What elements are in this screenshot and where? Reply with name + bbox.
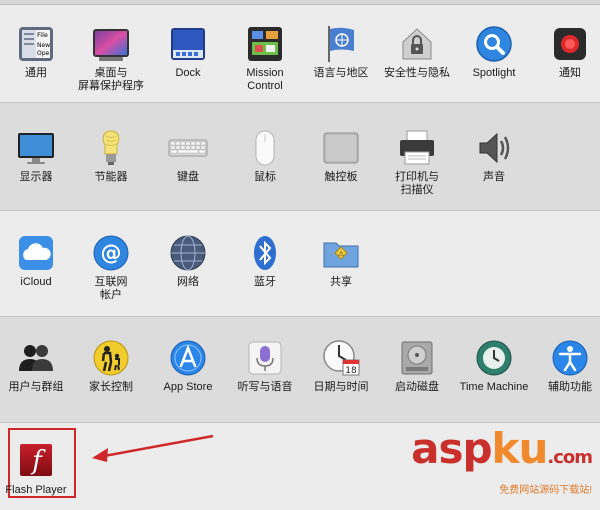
pref-internet-accounts[interactable]: @ 互联网 帐户 <box>73 233 149 302</box>
accessibility-icon <box>550 338 590 378</box>
pref-label: Flash Player <box>5 484 67 496</box>
keyboard-icon <box>168 128 208 168</box>
pref-sharing[interactable]: ⚠ 共享 <box>303 233 379 289</box>
pref-label: 网络 <box>177 276 199 288</box>
pref-trackpad[interactable]: 触控板 <box>303 128 379 184</box>
pref-displays[interactable]: 显示器 <box>0 128 74 184</box>
spotlight-icon <box>474 24 514 64</box>
flash-player-icon: f <box>16 441 56 481</box>
general-open-text: Ope <box>37 50 50 57</box>
pref-label: 显示器 <box>19 171 53 183</box>
mission-control-icon <box>245 24 285 64</box>
pref-bluetooth[interactable]: 蓝牙 <box>227 233 303 289</box>
general-file-text: File <box>37 31 48 39</box>
watermark-text-c: .com <box>547 447 593 468</box>
pref-desktop-screensaver[interactable]: 桌面与 屏幕保护程序 <box>73 24 149 93</box>
calendar-day-text: 18 <box>345 366 357 376</box>
pref-label: Dock <box>175 67 201 79</box>
startup-disk-icon <box>397 338 437 378</box>
pref-label: 打印机与 扫描仪 <box>395 171 439 196</box>
pref-general[interactable]: File New Ope 通用 <box>0 24 74 80</box>
pref-label: 共享 <box>330 276 352 288</box>
parental-controls-icon <box>91 338 131 378</box>
dictation-speech-icon <box>245 338 285 378</box>
pref-app-store[interactable]: App Store <box>150 338 226 394</box>
pref-label: 节能器 <box>94 171 128 183</box>
svg-text:⚠: ⚠ <box>338 250 345 258</box>
pref-label: iCloud <box>20 276 52 288</box>
security-privacy-icon <box>397 24 437 64</box>
pref-sound[interactable]: 声音 <box>456 128 532 184</box>
bluetooth-icon <box>245 233 285 273</box>
pref-label: 通用 <box>25 67 47 79</box>
watermark: aspku.com 免费网站源码下载站! <box>411 428 593 497</box>
watermark-text-b: ku <box>491 424 549 473</box>
trackpad-icon <box>321 128 361 168</box>
pref-label: Spotlight <box>472 67 516 79</box>
pref-label: 听写与语音 <box>237 381 293 393</box>
pref-date-time[interactable]: 18 日期与时间 <box>303 338 379 394</box>
pref-security-privacy[interactable]: 安全性与隐私 <box>379 24 455 80</box>
pref-network[interactable]: 网络 <box>150 233 226 289</box>
svg-text:@: @ <box>101 241 122 265</box>
pref-spotlight[interactable]: Spotlight <box>456 24 532 80</box>
pref-label: 启动磁盘 <box>395 381 439 393</box>
pref-notifications[interactable]: 通知 <box>532 24 600 80</box>
pref-flash-player[interactable]: f Flash Player <box>0 441 74 497</box>
pref-label: 键盘 <box>177 171 199 183</box>
pref-printers-scanners[interactable]: 打印机与 扫描仪 <box>379 128 455 197</box>
pref-label: 桌面与 屏幕保护程序 <box>78 67 144 92</box>
pref-label: 触控板 <box>324 171 358 183</box>
pref-label: 安全性与隐私 <box>384 67 450 79</box>
pref-label: 语言与地区 <box>313 67 369 79</box>
pref-label: App Store <box>163 381 213 393</box>
pref-label: 通知 <box>559 67 581 79</box>
pref-users-groups[interactable]: 用户与群组 <box>0 338 74 394</box>
pref-label: 鼠标 <box>254 171 276 183</box>
general-new-text: New <box>37 42 50 49</box>
printers-scanners-icon <box>397 128 437 168</box>
pref-label: 辅助功能 <box>548 381 592 393</box>
pref-mouse[interactable]: 鼠标 <box>227 128 303 184</box>
pref-label: 用户与群组 <box>8 381 64 393</box>
pref-label: 互联网 帐户 <box>94 276 128 301</box>
watermark-text-a: asp <box>411 424 492 473</box>
sharing-icon: ⚠ <box>321 233 361 273</box>
pref-label: 蓝牙 <box>254 276 276 288</box>
pref-label: Mission Control <box>246 67 284 92</box>
network-icon <box>168 233 208 273</box>
pref-label: 日期与时间 <box>313 381 369 393</box>
sound-icon <box>474 128 514 168</box>
pref-time-machine[interactable]: Time Machine <box>456 338 532 394</box>
notifications-icon <box>550 24 590 64</box>
internet-accounts-icon: @ <box>91 233 131 273</box>
pref-icloud[interactable]: iCloud <box>0 233 74 289</box>
pointer-arrow <box>92 434 214 462</box>
pref-mission-control[interactable]: Mission Control <box>227 24 303 93</box>
pref-label: 声音 <box>483 171 505 183</box>
time-machine-icon <box>474 338 514 378</box>
pref-keyboard[interactable]: 键盘 <box>150 128 226 184</box>
date-time-icon: 18 <box>321 338 361 378</box>
pref-language-region[interactable]: 语言与地区 <box>303 24 379 80</box>
language-region-icon <box>321 24 361 64</box>
pref-accessibility[interactable]: 辅助功能 <box>532 338 600 394</box>
watermark-subtitle: 免费网站源码下载站! <box>499 485 592 496</box>
pref-label: Time Machine <box>459 381 529 393</box>
desktop-screensaver-icon <box>91 24 131 64</box>
energy-saver-icon <box>91 128 131 168</box>
app-store-icon <box>168 338 208 378</box>
pref-dock[interactable]: Dock <box>150 24 226 80</box>
pref-label: 家长控制 <box>89 381 133 393</box>
mouse-icon <box>245 128 285 168</box>
displays-icon <box>16 128 56 168</box>
pref-energy-saver[interactable]: 节能器 <box>73 128 149 184</box>
pref-dictation-speech[interactable]: 听写与语音 <box>227 338 303 394</box>
icloud-icon <box>16 233 56 273</box>
pref-parental-controls[interactable]: 家长控制 <box>73 338 149 394</box>
pref-startup-disk[interactable]: 启动磁盘 <box>379 338 455 394</box>
general-icon: File New Ope <box>16 24 56 64</box>
dock-icon <box>168 24 208 64</box>
users-groups-icon <box>16 338 56 378</box>
